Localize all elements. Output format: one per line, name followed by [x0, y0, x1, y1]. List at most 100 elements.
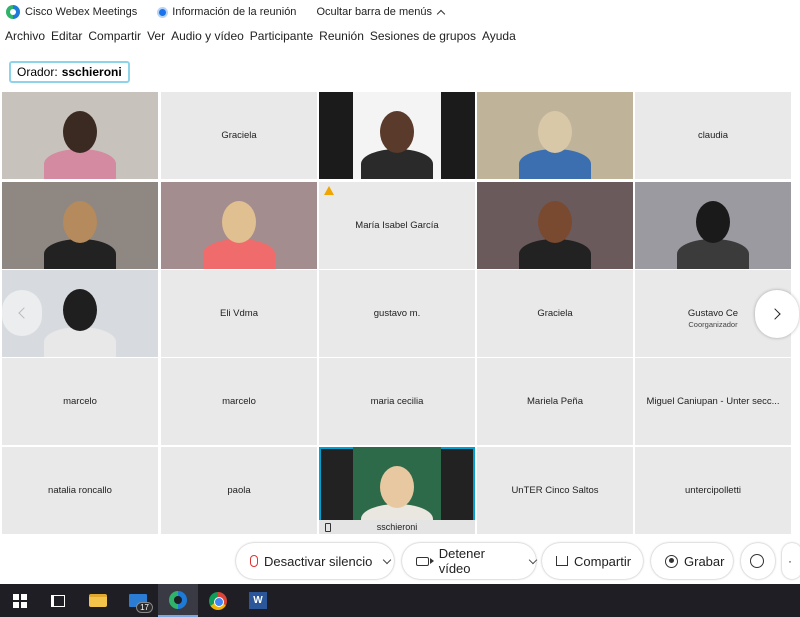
stop-video-button[interactable]: Detener vídeo [402, 543, 538, 579]
participant-tile[interactable] [477, 182, 633, 269]
participant-tile[interactable] [477, 92, 633, 179]
participant-name: marcelo [222, 396, 256, 407]
participant-name: gustavo m. [373, 308, 421, 319]
meeting-info-label: Información de la reunión [172, 6, 297, 18]
mail-icon: 17 [129, 594, 153, 613]
participant-video [515, 189, 595, 269]
unmute-button[interactable]: Desactivar silencio [236, 543, 394, 579]
participant-tile[interactable] [2, 182, 158, 269]
app-name: Cisco Webex Meetings [25, 6, 138, 18]
participant-name: maria cecilia [370, 396, 424, 407]
participant-tile[interactable]: natalia roncallo [2, 447, 158, 534]
participant-name: claudia [697, 130, 729, 141]
windows-taskbar: 17 W [0, 584, 800, 617]
participant-tile[interactable]: Graciela [161, 92, 317, 179]
menu-bar: Archivo Editar Compartir Ver Audio y víd… [0, 26, 800, 46]
more-options-button[interactable]: · [782, 543, 800, 579]
participant-name: Graciela [537, 308, 573, 319]
start-button[interactable] [0, 584, 40, 617]
webex-logo-icon [6, 5, 20, 19]
participant-video [515, 99, 595, 179]
windows-logo-icon [13, 593, 27, 608]
participant-name: Graciela [221, 130, 257, 141]
menu-ver[interactable]: Ver [147, 29, 165, 43]
participant-tile[interactable]: UnTER Cinco Saltos [477, 447, 633, 534]
hide-menu-label: Ocultar barra de menús [316, 6, 432, 18]
participant-tile[interactable]: marcelo [2, 358, 158, 445]
participant-tile[interactable]: claudia [635, 92, 791, 179]
menu-compartir[interactable]: Compartir [88, 29, 141, 43]
info-icon [157, 6, 169, 18]
participant-name: natalia roncallo [48, 485, 112, 496]
participant-tile[interactable]: untercipolletti [635, 447, 791, 534]
participant-tile[interactable]: María Isabel García [319, 182, 475, 269]
next-page-button[interactable] [755, 290, 799, 338]
menu-editar[interactable]: Editar [51, 29, 82, 43]
webex-taskbar-button[interactable] [158, 584, 198, 617]
hide-menu-button[interactable]: Ocultar barra de menús [316, 6, 446, 18]
previous-page-button[interactable] [2, 290, 42, 336]
participant-name: untercipolletti [685, 485, 741, 496]
participant-video [40, 277, 120, 357]
participant-video [40, 189, 120, 269]
menu-reunion[interactable]: Reunión [319, 29, 364, 43]
participant-tile[interactable] [319, 92, 475, 179]
mail-badge: 17 [136, 602, 153, 613]
participant-tile[interactable]: Miguel Caniupan - Unter secc... [635, 358, 791, 445]
participant-tile[interactable]: sschieroni [319, 447, 475, 534]
task-view-button[interactable] [38, 584, 78, 617]
chevron-down-icon[interactable] [383, 555, 392, 564]
record-label: Grabar [684, 553, 725, 569]
participant-tile[interactable]: marcelo [161, 358, 317, 445]
menu-archivo[interactable]: Archivo [5, 29, 45, 43]
participant-tile[interactable]: maria cecilia [319, 358, 475, 445]
participant-name: Mariela Peña [527, 396, 583, 407]
chevron-down-icon[interactable] [528, 555, 538, 564]
participant-tile[interactable]: Mariela Peña [477, 358, 633, 445]
word-button[interactable]: W [238, 584, 278, 617]
record-button[interactable]: Grabar [651, 543, 733, 579]
meeting-info-button[interactable]: Información de la reunión [157, 6, 296, 18]
participant-video [199, 189, 279, 269]
menu-participante[interactable]: Participante [250, 29, 313, 43]
participant-name: marcelo [63, 396, 97, 407]
participant-tile[interactable]: Graciela [477, 270, 633, 357]
menu-sesiones[interactable]: Sesiones de grupos [370, 29, 476, 43]
unmute-label: Desactivar silencio [264, 553, 373, 569]
device-icon [325, 523, 331, 532]
chevron-up-icon [436, 9, 446, 18]
speaker-name: sschieroni [61, 65, 122, 79]
menu-audio-video[interactable]: Audio y vídeo [171, 29, 244, 43]
reactions-button[interactable] [741, 543, 775, 579]
emoji-icon [750, 554, 764, 568]
participant-name: María Isabel García [355, 220, 439, 231]
share-icon [556, 556, 568, 566]
participant-tile[interactable] [635, 182, 791, 269]
participant-video [673, 189, 753, 269]
participant-tile[interactable]: gustavo m. [319, 270, 475, 357]
participant-video [40, 99, 120, 179]
participant-tile[interactable] [161, 182, 317, 269]
stop-video-label: Detener vídeo [438, 546, 485, 576]
chrome-icon [209, 591, 227, 610]
more-icon: · [788, 554, 792, 568]
mail-button[interactable]: 17 [118, 584, 158, 617]
speaker-label: Orador: [17, 65, 58, 79]
menu-ayuda[interactable]: Ayuda [482, 29, 516, 43]
participant-tile[interactable] [2, 92, 158, 179]
share-label: Compartir [574, 553, 632, 569]
participant-name: Gustavo Ce [687, 308, 739, 319]
app-title: Cisco Webex Meetings [0, 5, 137, 19]
participant-tile[interactable]: paola [161, 447, 317, 534]
participant-grid: Graciela claudia María Isabel García Eli Vd… [0, 92, 800, 537]
task-view-icon [51, 594, 65, 607]
warning-icon [324, 186, 334, 195]
chevron-left-icon [18, 307, 30, 319]
share-button[interactable]: Compartir [542, 543, 643, 579]
title-bar: Cisco Webex Meetings Información de la r… [0, 0, 800, 24]
mic-muted-icon [250, 555, 258, 567]
participant-name: UnTER Cinco Saltos [511, 485, 599, 496]
file-explorer-button[interactable] [78, 584, 118, 617]
participant-tile[interactable]: Eli Vdma [161, 270, 317, 357]
chrome-button[interactable] [198, 584, 238, 617]
